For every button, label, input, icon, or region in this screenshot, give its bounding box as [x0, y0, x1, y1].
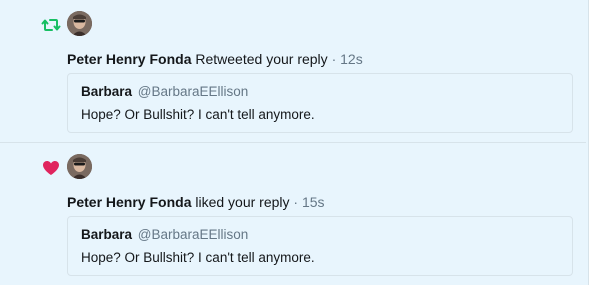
action-text: Retweeted your reply	[195, 51, 328, 67]
action-text: liked your reply	[195, 194, 290, 210]
quoted-author-name: Barbara	[81, 227, 133, 242]
avatar[interactable]	[67, 154, 92, 179]
separator: ·	[331, 51, 337, 67]
actor-name[interactable]: Peter Henry Fonda	[67, 194, 191, 210]
notification-item[interactable]: Peter Henry Fonda Retweeted your reply ·…	[0, 0, 586, 143]
separator: ·	[293, 194, 299, 210]
heart-icon	[41, 158, 61, 178]
quoted-author-handle: @BarbaraEEllison	[137, 227, 249, 242]
notifications-feed: Peter Henry Fonda Retweeted your reply ·…	[0, 0, 589, 285]
notification-text: Peter Henry Fonda liked your reply · 15s	[67, 194, 325, 210]
notification-text: Peter Henry Fonda Retweeted your reply ·…	[67, 51, 363, 67]
timestamp[interactable]: 12s	[340, 51, 363, 67]
quoted-author-handle: @BarbaraEEllison	[137, 84, 249, 99]
quoted-tweet-text: Hope? Or Bullshit? I can't tell anymore.	[81, 250, 315, 265]
quoted-tweet-text: Hope? Or Bullshit? I can't tell anymore.	[81, 107, 315, 122]
timestamp[interactable]: 15s	[302, 194, 325, 210]
quoted-author-name: Barbara	[81, 84, 133, 99]
quoted-tweet-card[interactable]: Barbara @BarbaraEEllison Hope? Or Bullsh…	[67, 216, 573, 276]
actor-name[interactable]: Peter Henry Fonda	[67, 51, 191, 67]
retweet-icon	[41, 15, 61, 35]
quoted-tweet-card[interactable]: Barbara @BarbaraEEllison Hope? Or Bullsh…	[67, 73, 573, 133]
avatar[interactable]	[67, 11, 92, 36]
